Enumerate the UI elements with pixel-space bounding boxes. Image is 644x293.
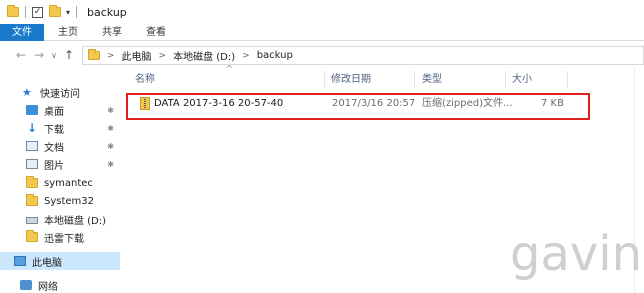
sidebar-item-quick-access[interactable]: ★ 快速访问 bbox=[0, 83, 120, 101]
zip-folder-icon bbox=[140, 97, 150, 110]
ribbon-tabs: 文件 主页 共享 查看 bbox=[0, 24, 644, 41]
breadcrumb-this-pc[interactable]: 此电脑 bbox=[122, 48, 152, 63]
window-title: backup bbox=[87, 5, 127, 19]
column-header-type[interactable]: 类型 bbox=[422, 70, 442, 90]
address-folder-icon bbox=[88, 49, 100, 60]
title-bar: ✓ ▾ backup bbox=[0, 0, 644, 24]
breadcrumb-separator-icon[interactable]: > bbox=[159, 51, 167, 61]
tab-share[interactable]: 共享 bbox=[90, 24, 134, 41]
new-folder-icon[interactable] bbox=[49, 5, 61, 17]
breadcrumb-separator-icon[interactable]: > bbox=[107, 51, 115, 61]
sidebar-item-this-pc[interactable]: 此电脑 bbox=[0, 252, 120, 270]
title-separator bbox=[76, 6, 78, 18]
pin-icon[interactable]: ✱ bbox=[107, 124, 114, 133]
download-icon: ↓ bbox=[26, 121, 38, 135]
address-bar[interactable]: > 此电脑 > 本地磁盘 (D:) > backup bbox=[82, 46, 644, 65]
sidebar-item-label: 本地磁盘 (D:) bbox=[44, 215, 107, 227]
file-size: 7 KB bbox=[541, 98, 564, 109]
sidebar-item-xunlei-downloads[interactable]: 迅雷下载 bbox=[0, 228, 120, 246]
column-header-name[interactable]: 名称 bbox=[135, 70, 155, 90]
sidebar-item-label: 网络 bbox=[38, 281, 58, 293]
tab-home[interactable]: 主页 bbox=[46, 24, 90, 41]
column-header-modified[interactable]: 修改日期 bbox=[331, 70, 371, 90]
file-type: 压缩(zipped)文件... bbox=[422, 98, 513, 109]
sidebar-item-network[interactable]: 网络 bbox=[0, 276, 120, 293]
sidebar-item-symantec[interactable]: symantec bbox=[0, 174, 120, 192]
file-name[interactable]: DATA 2017-3-16 20-57-40 bbox=[154, 97, 283, 110]
sidebar-item-drive-d[interactable]: 本地磁盘 (D:) bbox=[0, 210, 120, 228]
column-divider[interactable] bbox=[324, 71, 325, 88]
navigation-bar: ← → ∨ ↑ > 此电脑 > 本地磁盘 (D:) > backup bbox=[0, 42, 644, 68]
sidebar-item-label: 快速访问 bbox=[40, 88, 80, 100]
pin-icon[interactable]: ✱ bbox=[107, 160, 114, 169]
properties-check-icon[interactable]: ✓ bbox=[32, 6, 43, 18]
watermark: gavin bbox=[510, 226, 643, 282]
folder-icon bbox=[26, 176, 38, 188]
sidebar-item-label: 迅雷下载 bbox=[44, 233, 84, 245]
documents-icon bbox=[26, 141, 38, 151]
quick-access-dropdown-icon[interactable]: ▾ bbox=[66, 8, 70, 17]
up-arrow-icon[interactable]: ↑ bbox=[60, 48, 78, 62]
breadcrumb-backup[interactable]: backup bbox=[257, 50, 293, 61]
sidebar-item-label: symantec bbox=[44, 177, 93, 189]
forward-arrow-icon[interactable]: → bbox=[30, 48, 48, 62]
sidebar-item-label: 下载 bbox=[44, 124, 64, 136]
sidebar-item-label: 文档 bbox=[44, 142, 64, 154]
drive-icon bbox=[26, 216, 38, 224]
sidebar-item-pictures[interactable]: 图片 ✱ bbox=[0, 155, 120, 173]
tab-view[interactable]: 查看 bbox=[134, 24, 178, 41]
column-header-size[interactable]: 大小 bbox=[512, 70, 532, 90]
network-icon bbox=[20, 280, 32, 290]
sidebar-item-downloads[interactable]: ↓ 下载 ✱ bbox=[0, 119, 120, 137]
sidebar-item-label: System32 bbox=[44, 195, 95, 207]
breadcrumb-separator-icon[interactable]: > bbox=[242, 51, 250, 61]
window-folder-icon bbox=[7, 5, 19, 17]
column-divider[interactable] bbox=[414, 71, 415, 88]
sidebar-item-desktop[interactable]: 桌面 ✱ bbox=[0, 101, 120, 119]
column-divider[interactable] bbox=[505, 71, 506, 88]
sidebar-item-system32[interactable]: System32 bbox=[0, 192, 120, 210]
pictures-icon bbox=[26, 159, 38, 169]
tab-file[interactable]: 文件 bbox=[0, 24, 44, 41]
sort-ascending-icon: ^ bbox=[226, 64, 233, 73]
back-arrow-icon[interactable]: ← bbox=[12, 48, 30, 62]
computer-icon bbox=[14, 256, 26, 266]
folder-icon bbox=[26, 194, 38, 206]
sidebar-item-label: 图片 bbox=[44, 160, 64, 172]
file-modified-date: 2017/3/16 20:57 bbox=[332, 98, 416, 109]
folder-icon bbox=[26, 230, 38, 242]
desktop-icon bbox=[26, 105, 38, 115]
sidebar-item-documents[interactable]: 文档 ✱ bbox=[0, 137, 120, 155]
breadcrumb-drive-d[interactable]: 本地磁盘 (D:) bbox=[173, 48, 235, 63]
column-divider[interactable] bbox=[567, 71, 568, 88]
title-separator bbox=[25, 6, 26, 18]
recent-locations-chevron-icon[interactable]: ∨ bbox=[48, 51, 60, 60]
sidebar-item-label: 此电脑 bbox=[32, 257, 62, 269]
pin-icon[interactable]: ✱ bbox=[107, 142, 114, 151]
sidebar-item-label: 桌面 bbox=[44, 106, 64, 118]
pin-icon[interactable]: ✱ bbox=[107, 106, 114, 115]
star-icon: ★ bbox=[22, 85, 32, 99]
navigation-pane: ★ 快速访问 桌面 ✱ ↓ 下载 ✱ 文档 ✱ 图片 ✱ symantec Sy… bbox=[0, 70, 120, 293]
